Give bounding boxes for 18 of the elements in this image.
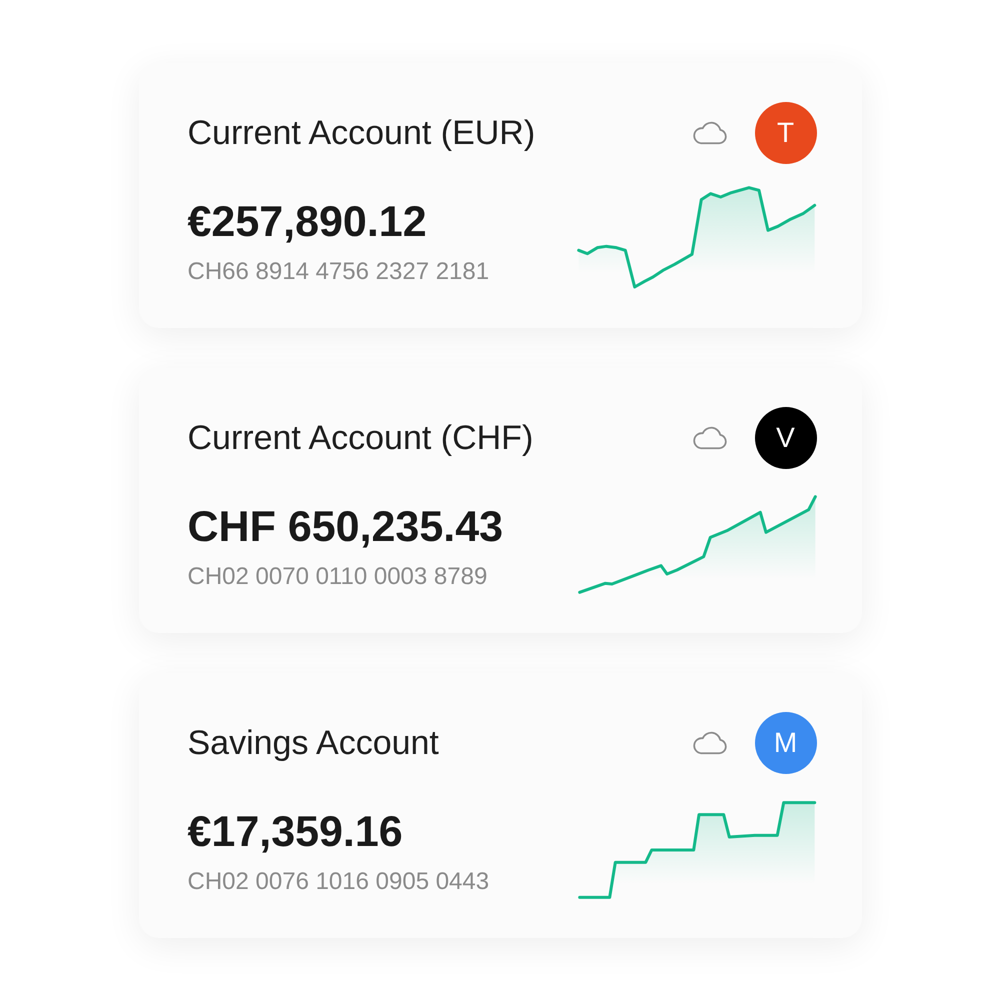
account-iban: CH02 0070 0110 0003 8789 bbox=[188, 562, 488, 592]
account-card[interactable]: Current Account (CHF) V CHF 650,235.43 CH02 0070 0110 0003 8789 bbox=[138, 368, 862, 633]
avatar: V bbox=[754, 407, 816, 469]
account-iban: CH02 0076 1016 0905 0443 bbox=[188, 867, 490, 897]
cloud-icon bbox=[692, 426, 728, 450]
account-name: Current Account (EUR) bbox=[188, 114, 536, 152]
account-name: Savings Account bbox=[188, 724, 440, 762]
avatar: T bbox=[754, 102, 816, 164]
cloud-icon bbox=[692, 731, 728, 755]
cloud-icon bbox=[692, 121, 728, 145]
account-iban: CH66 8914 4756 2327 2181 bbox=[188, 257, 490, 287]
account-name: Current Account (CHF) bbox=[188, 418, 534, 458]
account-card[interactable]: Savings Account M €17,359.16 CH02 0076 1016 0905 0443 bbox=[138, 673, 862, 938]
account-balance: CHF 650,235.43 bbox=[188, 502, 504, 552]
account-card[interactable]: Current Account (EUR) T €257,890.12 CH66 8914 4756 2327 2181 bbox=[138, 63, 862, 328]
account-balance: €17,359.16 bbox=[188, 807, 403, 857]
account-balance: €257,890.12 bbox=[188, 197, 427, 247]
avatar: M bbox=[754, 712, 816, 774]
